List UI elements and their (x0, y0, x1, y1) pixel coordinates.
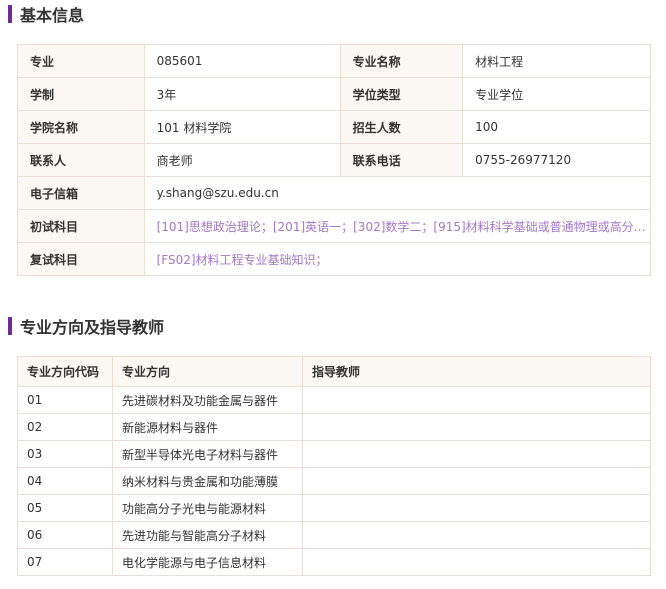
direction-name: 新型半导体光电子材料与器件 (112, 440, 303, 468)
direction-name: 纳米材料与贵金属和功能薄膜 (112, 467, 303, 495)
college-label: 学院名称 (17, 110, 145, 144)
direction-tutor (302, 440, 651, 468)
direction-name: 功能高分子光电与能源材料 (112, 494, 303, 522)
direction-tutor (302, 467, 651, 495)
direction-code: 06 (17, 521, 113, 549)
direction-tutor (302, 548, 651, 576)
direction-code: 03 (17, 440, 113, 468)
table-row: 02 新能源材料与器件 (17, 413, 651, 441)
degree-type-label: 学位类型 (339, 77, 464, 111)
table-header-row: 专业方向代码 专业方向 指导教师 (17, 356, 651, 387)
direction-tutor (302, 413, 651, 441)
table-row: 04 纳米材料与贵金属和功能薄膜 (17, 467, 651, 495)
preliminary-exam-link[interactable]: [101]思想政治理论；[201]英语一；[302]数学二；[915]材料科学基… (143, 209, 652, 243)
direction-name: 电化学能源与电子信息材料 (112, 548, 303, 576)
table-row: 01 先进碳材料及功能金属与器件 (17, 386, 651, 414)
major-code-label: 专业 (17, 44, 145, 78)
basic-info-heading: 基本信息 (8, 2, 84, 26)
basic-info-title: 基本信息 (20, 6, 85, 25)
direction-code: 01 (17, 386, 113, 414)
phone-value: 0755-26977120 (462, 143, 651, 177)
major-code-value: 085601 (143, 44, 341, 78)
table-row: 学院名称 101 材料学院 招生人数 100 (17, 110, 651, 144)
direction-name: 先进功能与智能高分子材料 (112, 521, 303, 549)
table-row: 联系人 商老师 联系电话 0755-26977120 (17, 143, 651, 177)
duration-label: 学制 (17, 77, 145, 111)
direction-tutor (302, 386, 651, 414)
retest-exam-link[interactable]: [FS02]材料工程专业基础知识； (143, 242, 652, 276)
table-row: 07 电化学能源与电子信息材料 (17, 548, 651, 576)
column-header-code: 专业方向代码 (17, 356, 113, 387)
heading-accent-bar (8, 317, 12, 335)
table-row: 03 新型半导体光电子材料与器件 (17, 440, 651, 468)
column-header-tutor: 指导教师 (302, 356, 651, 387)
direction-code: 07 (17, 548, 113, 576)
basic-info-table: 专业 085601 专业名称 材料工程 学制 3年 学位类型 专业学位 学院名称… (17, 44, 652, 276)
contact-value: 商老师 (143, 143, 341, 177)
directions-heading: 专业方向及指导教师 (8, 314, 164, 338)
column-header-direction: 专业方向 (112, 356, 303, 387)
table-row: 05 功能高分子光电与能源材料 (17, 494, 651, 522)
direction-name: 新能源材料与器件 (112, 413, 303, 441)
directions-title: 专业方向及指导教师 (20, 318, 165, 337)
direction-tutor (302, 521, 651, 549)
table-row: 电子信箱 y.shang@szu.edu.cn (17, 176, 652, 210)
contact-label: 联系人 (17, 143, 145, 177)
table-row: 专业 085601 专业名称 材料工程 (17, 44, 651, 78)
retest-exam-label: 复试科目 (17, 242, 145, 276)
table-row: 06 先进功能与智能高分子材料 (17, 521, 651, 549)
degree-type-value: 专业学位 (462, 77, 651, 111)
college-value: 101 材料学院 (143, 110, 341, 144)
preliminary-exam-label: 初试科目 (17, 209, 145, 243)
directions-table: 专业方向代码 专业方向 指导教师 01 先进碳材料及功能金属与器件 02 新能源… (17, 356, 651, 576)
direction-code: 04 (17, 467, 113, 495)
heading-accent-bar (8, 5, 12, 23)
enrollment-label: 招生人数 (339, 110, 464, 144)
email-value: y.shang@szu.edu.cn (143, 176, 652, 210)
major-name-label: 专业名称 (339, 44, 464, 78)
direction-name: 先进碳材料及功能金属与器件 (112, 386, 303, 414)
table-row: 初试科目 [101]思想政治理论；[201]英语一；[302]数学二；[915]… (17, 209, 652, 243)
table-row: 复试科目 [FS02]材料工程专业基础知识； (17, 242, 652, 276)
duration-value: 3年 (143, 77, 341, 111)
phone-label: 联系电话 (339, 143, 464, 177)
enrollment-value: 100 (462, 110, 651, 144)
direction-code: 05 (17, 494, 113, 522)
direction-code: 02 (17, 413, 113, 441)
table-row: 学制 3年 学位类型 专业学位 (17, 77, 651, 111)
email-label: 电子信箱 (17, 176, 145, 210)
major-name-value: 材料工程 (462, 44, 651, 78)
direction-tutor (302, 494, 651, 522)
